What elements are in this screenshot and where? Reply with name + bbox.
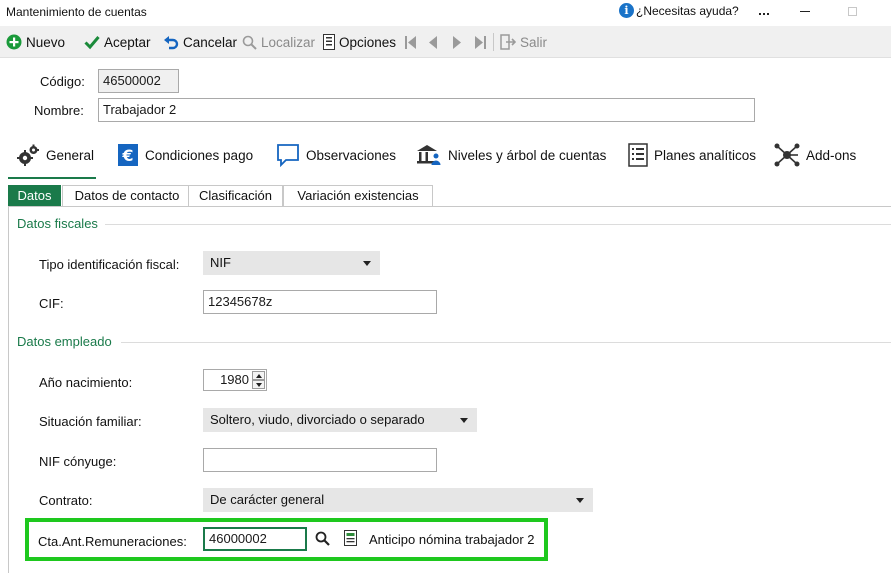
tab-planes-analiticos[interactable]: Planes analíticos xyxy=(628,140,756,170)
first-record-icon xyxy=(405,35,416,49)
next-record-button[interactable] xyxy=(452,32,463,52)
datos-fiscales-heading: Datos fiscales xyxy=(17,216,98,231)
tab-observaciones-label: Observaciones xyxy=(306,147,397,163)
salir-label: Salir xyxy=(520,34,548,50)
localizar-label: Localizar xyxy=(261,34,316,50)
cancelar-button[interactable]: Cancelar xyxy=(163,32,237,52)
options-list-icon xyxy=(323,34,335,50)
nuevo-label: Nuevo xyxy=(26,34,66,50)
tab-condiciones-pago-label: Condiciones pago xyxy=(145,147,254,163)
toolbar: Nuevo Aceptar Cancelar Localizar Opcione… xyxy=(0,26,891,58)
list-document-icon xyxy=(628,143,648,167)
situacion-familiar-select[interactable]: Soltero, viudo, divorciado o separado xyxy=(203,408,477,432)
last-record-icon xyxy=(475,35,486,49)
contrato-label: Contrato: xyxy=(39,493,93,508)
subtab-variacion-existencias[interactable]: Variación existencias xyxy=(283,185,433,206)
tab-general-label: General xyxy=(46,147,95,163)
section-divider xyxy=(121,342,891,343)
nif-conyuge-label: NIF cónyuge: xyxy=(39,454,117,469)
situacion-familiar-label: Situación familiar: xyxy=(39,414,142,429)
search-icon xyxy=(242,35,257,50)
opciones-label: Opciones xyxy=(339,34,397,50)
euro-icon: € xyxy=(118,144,138,166)
toolbar-separator xyxy=(493,33,494,51)
account-document-icon[interactable] xyxy=(344,530,357,546)
tab-general[interactable]: General xyxy=(16,140,94,170)
last-record-button[interactable] xyxy=(474,32,487,52)
svg-text:€: € xyxy=(121,146,133,165)
section-divider xyxy=(105,224,891,225)
exit-door-icon xyxy=(500,34,516,50)
checkmark-icon xyxy=(84,36,100,50)
active-tab-indicator xyxy=(8,177,96,179)
minimize-button[interactable] xyxy=(795,2,817,20)
more-options-button[interactable] xyxy=(754,2,776,20)
nuevo-button[interactable]: Nuevo xyxy=(6,32,65,52)
tab-add-ons-label: Add-ons xyxy=(806,147,857,163)
tipo-identificacion-select[interactable]: NIF xyxy=(203,251,380,275)
dropdown-arrow-icon xyxy=(576,498,584,503)
help-link[interactable]: ¿Necesitas ayuda? xyxy=(636,4,739,18)
dropdown-arrow-icon xyxy=(460,418,468,423)
salir-button[interactable]: Salir xyxy=(500,32,547,52)
subtab-datos[interactable]: Datos xyxy=(8,185,61,206)
cta-ant-remuneraciones-label: Cta.Ant.Remuneraciones: xyxy=(38,534,187,549)
aceptar-button[interactable]: Aceptar xyxy=(84,32,151,52)
network-icon xyxy=(774,143,800,167)
tab-observaciones[interactable]: Observaciones xyxy=(276,140,396,170)
nif-conyuge-field[interactable] xyxy=(203,448,437,472)
stepper-up-button[interactable] xyxy=(252,371,265,380)
gears-icon xyxy=(17,144,39,166)
codigo-label: Código: xyxy=(40,74,85,89)
cta-description: Anticipo nómina trabajador 2 xyxy=(369,532,535,547)
anio-nacimiento-label: Año nacimiento: xyxy=(39,375,133,390)
speech-bubble-icon xyxy=(277,144,299,167)
subtab-clasificacion[interactable]: Clasificación xyxy=(188,185,283,206)
cif-label: CIF: xyxy=(39,296,64,311)
contrato-value: De carácter general xyxy=(210,492,325,507)
window-title: Mantenimiento de cuentas xyxy=(6,5,147,19)
tab-niveles-arbol[interactable]: Niveles y árbol de cuentas xyxy=(416,140,606,170)
anio-nacimiento-value: 1980 xyxy=(220,372,249,387)
nombre-label: Nombre: xyxy=(34,103,84,118)
datos-empleado-heading: Datos empleado xyxy=(17,334,112,349)
tab-planes-analiticos-label: Planes analíticos xyxy=(654,147,757,163)
plus-circle-icon xyxy=(6,34,22,50)
anio-nacimiento-stepper[interactable]: 1980 xyxy=(203,369,267,391)
tab-condiciones-pago[interactable]: € Condiciones pago xyxy=(117,140,253,170)
opciones-button[interactable]: Opciones xyxy=(323,32,396,52)
codigo-field[interactable]: 46500002 xyxy=(98,69,179,93)
contrato-select[interactable]: De carácter general xyxy=(203,488,593,512)
info-icon[interactable]: i xyxy=(619,3,634,18)
bank-users-icon xyxy=(417,145,441,165)
undo-arrow-icon xyxy=(164,36,179,50)
previous-record-icon xyxy=(429,35,437,49)
cif-field[interactable]: 12345678z xyxy=(203,290,437,314)
tab-add-ons[interactable]: Add-ons xyxy=(774,140,856,170)
nombre-field[interactable]: Trabajador 2 xyxy=(98,98,755,122)
cancelar-label: Cancelar xyxy=(183,34,238,50)
stepper-down-button[interactable] xyxy=(252,380,265,389)
first-record-button[interactable] xyxy=(404,32,417,52)
tipo-identificacion-label: Tipo identificación fiscal: xyxy=(39,257,180,272)
stepper-buttons xyxy=(252,371,265,389)
next-record-icon xyxy=(453,35,461,49)
subtab-datos-contacto[interactable]: Datos de contacto xyxy=(62,185,192,206)
cta-ant-remuneraciones-field[interactable]: 46000002 xyxy=(203,527,307,551)
dropdown-arrow-icon xyxy=(363,261,371,266)
localizar-button[interactable]: Localizar xyxy=(242,32,315,52)
tab-niveles-arbol-label: Niveles y árbol de cuentas xyxy=(448,147,607,163)
situacion-familiar-value: Soltero, viudo, divorciado o separado xyxy=(210,412,425,427)
title-bar: Mantenimiento de cuentas i ¿Necesitas ay… xyxy=(0,0,891,26)
maximize-button[interactable] xyxy=(843,2,865,20)
search-icon[interactable] xyxy=(315,531,330,546)
tipo-identificacion-value: NIF xyxy=(210,255,231,270)
aceptar-label: Aceptar xyxy=(104,34,151,50)
previous-record-button[interactable] xyxy=(427,32,438,52)
